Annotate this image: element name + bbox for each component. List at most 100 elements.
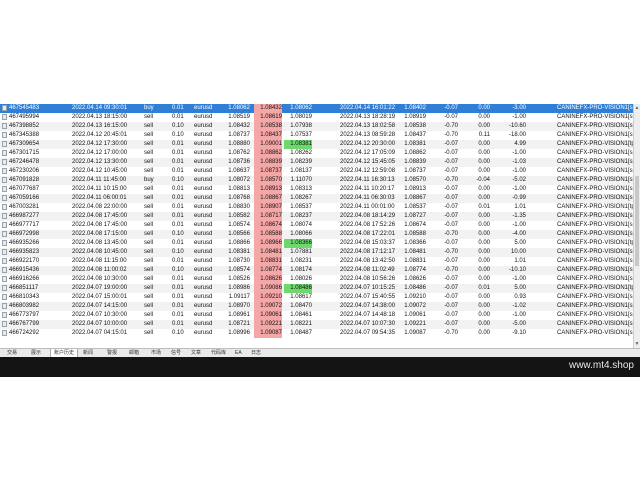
open-price-cell: 1.08072 [228, 177, 250, 183]
vertical-scrollbar[interactable]: ▲ ▼ [633, 104, 640, 348]
swap-cell: 0.00 [478, 195, 490, 201]
take-profit-cell: 1.08267 [290, 195, 312, 201]
close-price-cell: 1.08737 [404, 168, 426, 174]
scroll-down-icon[interactable]: ▼ [634, 340, 640, 348]
commission-cell: -0.07 [444, 141, 458, 147]
table-row[interactable]: 466987277 2022.04.08 17:45:00 sell 0.01 euru… [0, 212, 640, 221]
ticket-cell: 466810343 [9, 294, 40, 300]
open-time-cell: 2022.04.11 11:45:00 [72, 177, 127, 183]
close-price-cell: 1.09072 [404, 303, 426, 309]
take-profit-cell: 1.08486 [284, 284, 312, 293]
open-time-cell: 2022.04.11 06:00:01 [72, 195, 127, 201]
open-price-cell: 1.08768 [228, 195, 250, 201]
stop-loss-cell: 1.09072 [254, 302, 282, 311]
table-row[interactable]: 466977717 2022.04.08 17:45:00 sell 0.01 euru… [0, 221, 640, 230]
table-row[interactable]: 466724292 2022.04.07 04:15:01 sell 0.10 euru… [0, 329, 640, 338]
type-cell: sell [144, 114, 154, 120]
order-icon [2, 249, 7, 255]
commission-cell: -0.07 [444, 204, 458, 210]
type-cell: sell [144, 132, 154, 138]
table-row[interactable]: 466935266 2022.04.08 13:45:00 sell 0.01 euru… [0, 239, 640, 248]
size-cell: 0.01 [172, 240, 184, 246]
type-cell: buy [144, 105, 154, 111]
swap-cell: 0.00 [478, 312, 490, 318]
order-icon [2, 177, 7, 183]
table-row[interactable]: 467003281 2022.04.08 22:00:00 sell 0.01 euru… [0, 203, 640, 212]
table-row[interactable]: 467091828 2022.04.11 11:45:00 buy 0.10 eurus… [0, 176, 640, 185]
take-profit-cell: 1.08062 [290, 105, 312, 111]
table-row[interactable]: 466810343 2022.04.07 15:00:01 sell 0.01 euru… [0, 293, 640, 302]
table-row[interactable]: 466851117 2022.04.07 19:00:00 sell 0.01 euru… [0, 284, 640, 293]
table-row[interactable]: 467077687 2022.04.11 10:15:00 sell 0.01 euru… [0, 185, 640, 194]
order-icon [2, 150, 7, 156]
type-cell: sell [144, 249, 154, 255]
open-time-cell: 2022.04.08 22:00:00 [72, 204, 128, 210]
open-time-cell: 2022.04.12 20:45:01 [72, 132, 128, 138]
ticket-cell: 467230206 [9, 168, 40, 174]
comment-cell: CANINEFX-PRO-VISION1[sl] [557, 330, 636, 336]
ticket-cell: 466767799 [9, 321, 40, 327]
close-price-cell: 1.09210 [404, 294, 426, 300]
profit-cell: -1.00 [512, 276, 526, 282]
commission-cell: -0.07 [444, 222, 458, 228]
ticket-cell: 467345388 [9, 132, 40, 138]
profit-cell: -10.10 [508, 267, 526, 273]
scrollbar-thumb[interactable] [635, 176, 639, 266]
profit-cell: -9.10 [512, 330, 526, 336]
swap-cell: 0.00 [478, 258, 490, 264]
take-profit-cell: 1.08026 [290, 276, 312, 282]
type-cell: sell [144, 150, 154, 156]
table-row[interactable]: 467398852 2022.04.13 16:15:00 sell 0.10 euru… [0, 122, 640, 131]
table-row[interactable]: 466922170 2022.04.08 11:15:00 sell 0.01 euru… [0, 257, 640, 266]
type-cell: sell [144, 231, 154, 237]
table-row[interactable]: 466935823 2022.04.08 10:45:00 sell 0.10 euru… [0, 248, 640, 257]
symbol-cell: eurusd [194, 330, 213, 336]
take-profit-cell: 1.08381 [284, 140, 312, 149]
table-row[interactable]: 466972998 2022.04.08 17:15:00 sell 0.10 euru… [0, 230, 640, 239]
comment-cell: CANINEFX-PRO-VISION1[sl] [557, 150, 636, 156]
size-cell: 0.01 [172, 114, 184, 120]
swap-cell: 0.00 [478, 141, 490, 147]
close-price-cell: 1.08674 [404, 222, 426, 228]
table-row[interactable]: 467059166 2022.04.11 06:00:01 sell 0.01 euru… [0, 194, 640, 203]
open-time-cell: 2022.04.12 10:45:00 [72, 168, 128, 174]
scroll-up-icon[interactable]: ▲ [634, 104, 640, 112]
table-row[interactable]: 466915436 2022.04.08 11:00:02 sell 0.10 euru… [0, 266, 640, 275]
table-row[interactable]: 467230206 2022.04.12 10:45:00 sell 0.01 euru… [0, 167, 640, 176]
order-icon [2, 105, 7, 111]
stop-loss-cell: 1.08481 [254, 248, 282, 257]
symbol-cell: eurusd [194, 321, 213, 327]
take-profit-cell: 1.08019 [290, 114, 312, 120]
table-row[interactable]: 467495994 2022.04.13 18:15:00 sell 0.01 euru… [0, 113, 640, 122]
ticket-cell: 467398852 [9, 123, 40, 129]
close-price-cell: 1.08867 [404, 195, 426, 201]
profit-cell: -1.00 [512, 168, 526, 174]
open-time-cell: 2022.04.08 13:45:00 [72, 240, 128, 246]
close-time-cell: 2022.04.12 17:05:09 [340, 150, 396, 156]
table-row[interactable]: 467545483 2022.04.14 09:30:01 buy 0.01 eurus… [0, 104, 640, 113]
open-price-cell: 1.09117 [228, 294, 250, 300]
order-icon [2, 240, 7, 246]
table-row[interactable]: 467309654 2022.04.12 17:30:00 sell 0.01 euru… [0, 140, 640, 149]
size-cell: 0.01 [172, 213, 184, 219]
symbol-cell: eurusd [194, 213, 213, 219]
close-time-cell: 2022.04.14 16:01:22 [340, 105, 396, 111]
table-row[interactable]: 466803982 2022.04.07 14:15:00 sell 0.01 euru… [0, 302, 640, 311]
table-row[interactable]: 466916266 2022.04.08 10:30:00 sell 0.01 euru… [0, 275, 640, 284]
comment-cell: CANINEFX-PRO-VISION1[sl] [557, 186, 636, 192]
stop-loss-cell: 1.08626 [254, 275, 282, 284]
take-profit-cell: 1.08366 [284, 239, 312, 248]
profit-cell: -5.02 [512, 177, 526, 183]
table-row[interactable]: 466773797 2022.04.07 10:30:00 sell 0.01 euru… [0, 311, 640, 320]
profit-cell: 4.99 [514, 141, 526, 147]
table-row[interactable]: 466767799 2022.04.07 10:00:00 sell 0.01 euru… [0, 320, 640, 329]
close-time-cell: 2022.04.13 18:28:19 [340, 114, 396, 120]
table-row[interactable]: 467345388 2022.04.12 20:45:01 sell 0.10 euru… [0, 131, 640, 140]
table-row[interactable]: 467246478 2022.04.12 13:30:00 sell 0.01 euru… [0, 158, 640, 167]
profit-cell: 1.01 [514, 204, 526, 210]
table-row[interactable]: 467301715 2022.04.12 17:00:00 sell 0.01 euru… [0, 149, 640, 158]
comment-cell: CANINEFX-PRO-VISION1[sl] [557, 267, 636, 273]
type-cell: buy [144, 177, 154, 183]
swap-cell: 0.00 [478, 186, 490, 192]
commission-cell: -0.07 [444, 303, 458, 309]
